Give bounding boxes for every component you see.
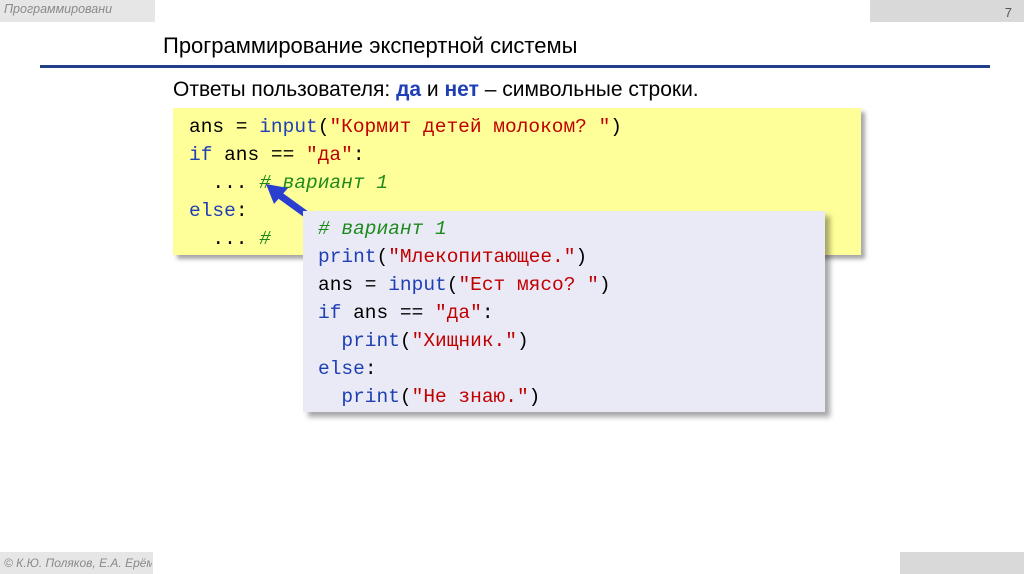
subtitle-middle: и	[421, 78, 445, 101]
code-line: ans = input("Ест мясо? ")	[318, 274, 611, 296]
subtitle-suffix: – символьные строки.	[478, 78, 699, 101]
header-label: Программировани	[4, 2, 113, 16]
slide-title: Программирование экспертной системы	[163, 33, 578, 58]
popup-code-block: # вариант 1 print("Млекопитающее.") ans = …	[303, 211, 825, 412]
title-divider	[40, 65, 990, 68]
code-line: print("Млекопитающее.")	[318, 246, 588, 268]
code-line: ans = input("Кормит детей молоком? ")	[189, 116, 622, 138]
code-line: else:	[318, 358, 377, 380]
subtitle-prefix: Ответы пользователя:	[173, 78, 397, 101]
subtitle-yes: да	[396, 78, 422, 101]
slide-subtitle: Ответы пользователя: да и нет – символьн…	[173, 78, 699, 102]
page-number-bar: 7	[870, 0, 1024, 22]
code-line: print("Хищник.")	[341, 330, 529, 352]
footer-bar-right	[900, 552, 1024, 574]
footer-label: © К.Ю. Поляков, Е.А. Ерёмин	[4, 556, 152, 570]
code-line: if ans == "да":	[318, 302, 494, 324]
page-number: 7	[1004, 5, 1012, 20]
code-line: # вариант 1	[318, 218, 447, 240]
header-bar: Программировани	[0, 0, 155, 22]
code-line: if ans == "да":	[189, 144, 365, 166]
subtitle-no: нет	[444, 78, 479, 101]
footer-bar: © К.Ю. Поляков, Е.А. Ерёмин	[0, 552, 153, 574]
code-line: print("Не знаю.")	[341, 386, 541, 408]
